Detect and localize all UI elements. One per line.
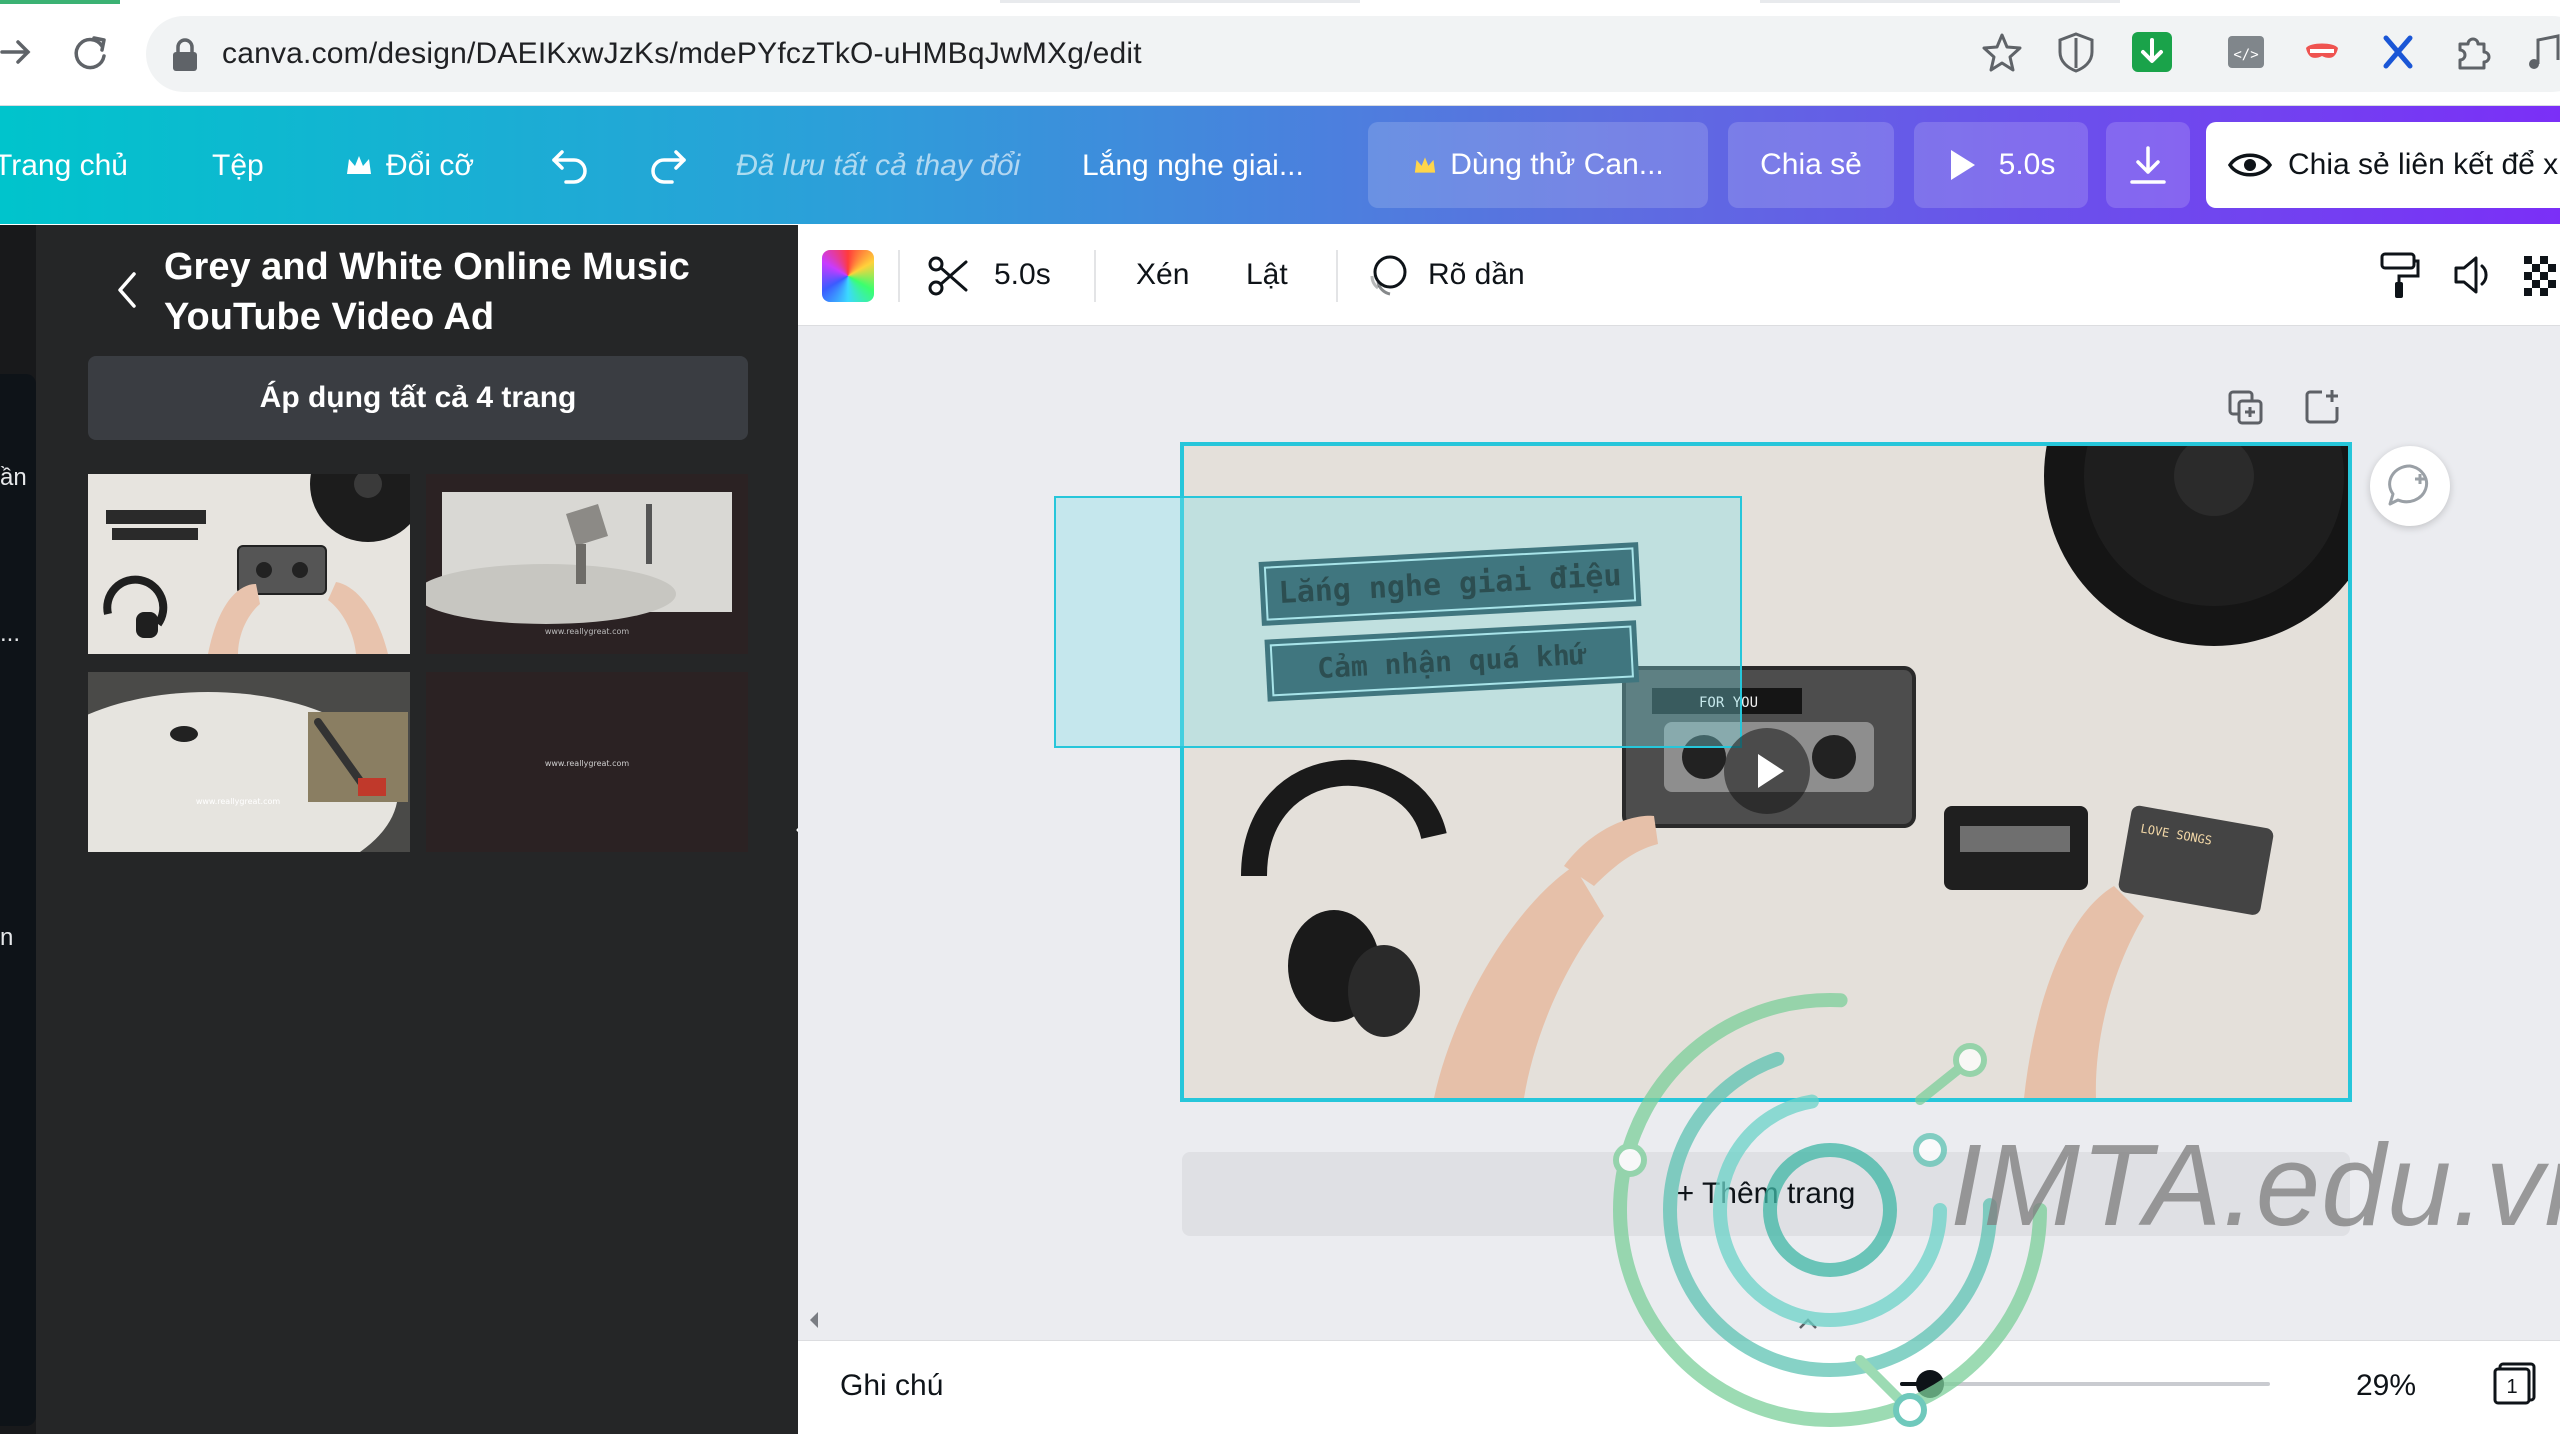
trim-duration[interactable]: 5.0s	[994, 255, 1051, 295]
shield-icon[interactable]	[2054, 30, 2098, 74]
template-title: Grey and White Online Music YouTube Vide…	[164, 246, 690, 338]
x-ext-icon[interactable]	[2376, 30, 2420, 74]
tab-strip	[0, 0, 2560, 4]
music-ext-icon[interactable]	[2526, 30, 2560, 74]
design-title[interactable]: Lắng nghe giai...	[1082, 146, 1304, 186]
file-menu[interactable]: Tệp	[212, 146, 264, 186]
rail-item-3[interactable]: n	[0, 924, 13, 952]
crown-icon	[1415, 157, 1436, 173]
save-status: Đã lưu tất cả thay đổi	[736, 149, 1021, 182]
duplicate-page-icon[interactable]	[2226, 388, 2266, 428]
play-preview-button[interactable]: 5.0s	[1914, 122, 2088, 208]
fade-icon[interactable]	[1364, 252, 1410, 298]
code-ext-icon[interactable]: </>	[2224, 30, 2268, 74]
resize-button[interactable]: Đổi cỡ	[386, 146, 474, 186]
lock-icon[interactable]	[168, 36, 202, 74]
comment-icon	[2388, 464, 2429, 506]
paint-roller-icon[interactable]	[2378, 250, 2420, 300]
download-ext-icon[interactable]	[2130, 30, 2174, 74]
eye-icon	[2228, 153, 2272, 177]
crop-button[interactable]: Xén	[1136, 255, 1189, 295]
flip-button[interactable]: Lật	[1246, 255, 1288, 295]
page-thumbnail-3[interactable]: www.reallygreat.com	[88, 672, 410, 852]
text-selection-box[interactable]	[1054, 496, 1742, 748]
puzzle-ext-icon[interactable]	[2452, 30, 2496, 74]
share-label: Chia sẻ	[1760, 148, 1862, 181]
forward-arrow-icon[interactable]	[0, 32, 34, 72]
preview-duration: 5.0s	[1998, 148, 2056, 181]
undo-icon[interactable]	[548, 144, 592, 186]
svg-text:</>: </>	[2233, 47, 2258, 63]
page-count: 1	[2506, 1376, 2517, 1398]
page-count-button[interactable]: 1	[2492, 1360, 2538, 1406]
share-link-label: Chia sẻ liên kết để x	[2288, 148, 2559, 181]
zoom-level[interactable]: 29%	[2356, 1366, 2416, 1406]
url-text[interactable]: canva.com/design/DAEIKxwJzKs/mdePYfczTkO…	[222, 34, 1142, 74]
toolbar-divider	[1094, 250, 1096, 302]
side-rail-menu	[0, 374, 36, 1426]
window-bottom-edge	[0, 1434, 2560, 1440]
share-link-button[interactable]: Chia sẻ liên kết để x	[2206, 122, 2560, 208]
add-comment-button[interactable]	[2370, 446, 2450, 526]
thumbnail-3-caption: www.reallygreat.com	[196, 797, 281, 806]
page-thumbnail-2[interactable]: www.reallygreat.com	[426, 474, 748, 654]
home-link[interactable]: Trang chủ	[0, 146, 128, 186]
add-page-icon[interactable]	[2302, 386, 2342, 426]
rail-item-1[interactable]: ần	[0, 464, 27, 492]
transparency-icon[interactable]	[2522, 254, 2560, 298]
star-icon[interactable]	[1980, 30, 2024, 74]
try-pro-button[interactable]: Dùng thử Can...	[1368, 122, 1708, 208]
watermark-text: IMTA.edu.vn	[1950, 1120, 2560, 1250]
back-chevron-icon[interactable]	[112, 268, 142, 312]
redo-icon[interactable]	[646, 144, 690, 186]
notes-button[interactable]: Ghi chú	[840, 1366, 943, 1406]
scissors-icon[interactable]	[926, 254, 970, 298]
page-thumbnail-1[interactable]	[88, 474, 410, 654]
toolbar-divider	[1336, 250, 1338, 302]
context-toolbar	[798, 225, 2560, 326]
download-icon	[2130, 146, 2166, 184]
reload-icon[interactable]	[68, 32, 112, 76]
thumbnail-4-caption: www.reallygreat.com	[545, 759, 630, 768]
crown-icon	[344, 152, 374, 178]
toolbar-divider	[898, 250, 900, 302]
share-button[interactable]: Chia sẻ	[1728, 122, 1894, 208]
fade-button[interactable]: Rõ dần	[1428, 255, 1525, 295]
thumbnail-2-caption: www.reallygreat.com	[545, 627, 630, 636]
page-thumbnail-4[interactable]: www.reallygreat.com	[426, 672, 748, 852]
play-icon	[1950, 150, 1975, 180]
volume-icon[interactable]	[2452, 252, 2498, 298]
rail-item-2[interactable]: ...	[0, 620, 20, 648]
color-picker-button[interactable]	[822, 250, 874, 302]
mask-ext-icon[interactable]	[2300, 30, 2344, 74]
video-play-button[interactable]	[1724, 728, 1810, 814]
apply-all-pages-button[interactable]: Áp dụng tất cả 4 trang	[88, 356, 748, 440]
try-pro-label: Dùng thử Can...	[1450, 148, 1664, 181]
download-button[interactable]	[2106, 122, 2190, 208]
